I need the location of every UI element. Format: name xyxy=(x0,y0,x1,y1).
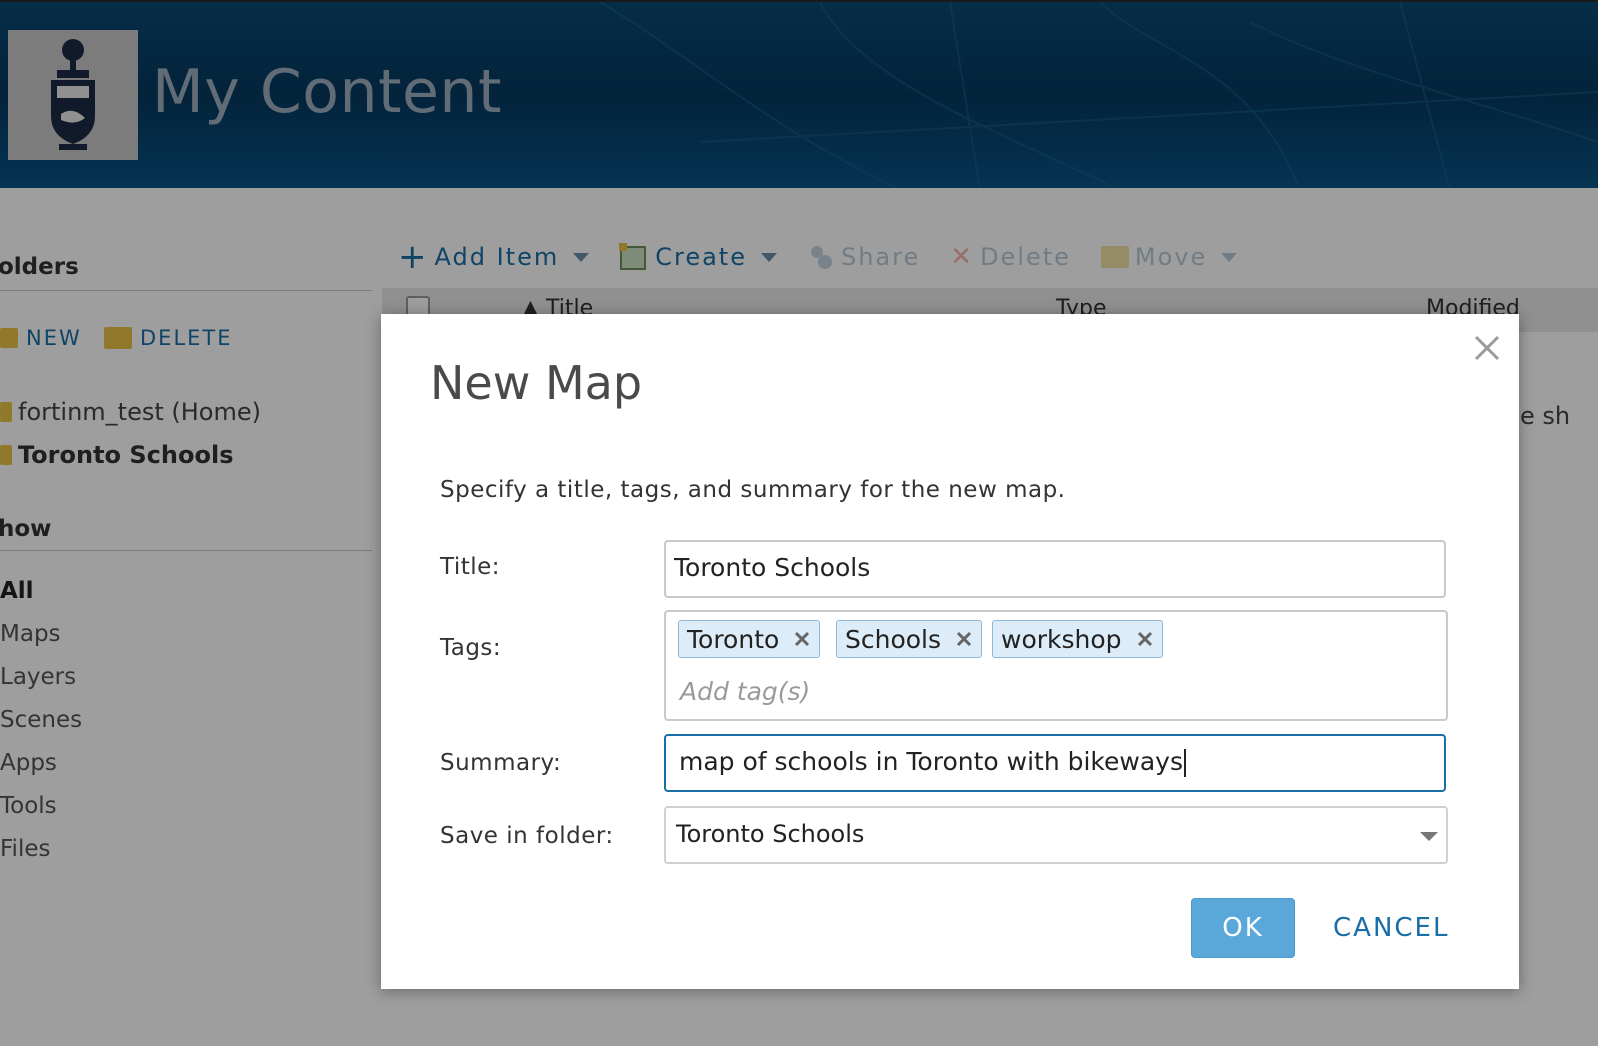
close-icon xyxy=(1474,335,1500,361)
remove-tag-icon[interactable] xyxy=(1136,630,1154,648)
tag-chip: workshop xyxy=(992,620,1163,658)
tags-input[interactable]: Toronto Schools workshop Add tag(s) xyxy=(664,610,1448,721)
tag-chip: Toronto xyxy=(678,620,821,658)
tag-label: Toronto xyxy=(687,624,780,654)
dialog-description: Specify a title, tags, and summary for t… xyxy=(440,477,1066,503)
tags-label: Tags: xyxy=(440,635,502,661)
chevron-down-icon xyxy=(1420,832,1438,841)
dialog-title: New Map xyxy=(430,356,643,410)
ok-button[interactable]: OK xyxy=(1191,898,1295,958)
text-cursor xyxy=(1183,749,1186,777)
cancel-button[interactable]: CANCEL xyxy=(1333,898,1449,958)
tag-label: Schools xyxy=(845,624,942,654)
title-label: Title: xyxy=(440,554,501,580)
remove-tag-icon[interactable] xyxy=(793,630,811,648)
summary-value: map of schools in Toronto with bikeways xyxy=(679,747,1183,776)
title-value: Toronto Schools xyxy=(674,553,871,582)
summary-label: Summary: xyxy=(440,750,562,776)
summary-text: map of schools in Toronto with bikeways xyxy=(679,747,1186,777)
tags-placeholder: Add tag(s) xyxy=(680,677,811,706)
folder-select-value: Toronto Schools xyxy=(676,820,865,848)
folder-label: Save in folder: xyxy=(440,823,614,849)
close-button[interactable] xyxy=(1471,332,1503,364)
tag-label: workshop xyxy=(1001,624,1122,654)
summary-input[interactable]: map of schools in Toronto with bikeways xyxy=(664,734,1446,792)
new-map-dialog: New Map Specify a title, tags, and summa… xyxy=(381,314,1519,989)
tag-chip: Schools xyxy=(836,620,983,658)
folder-select[interactable]: Toronto Schools xyxy=(664,806,1448,864)
title-input[interactable]: Toronto Schools xyxy=(664,540,1446,598)
remove-tag-icon[interactable] xyxy=(955,630,973,648)
